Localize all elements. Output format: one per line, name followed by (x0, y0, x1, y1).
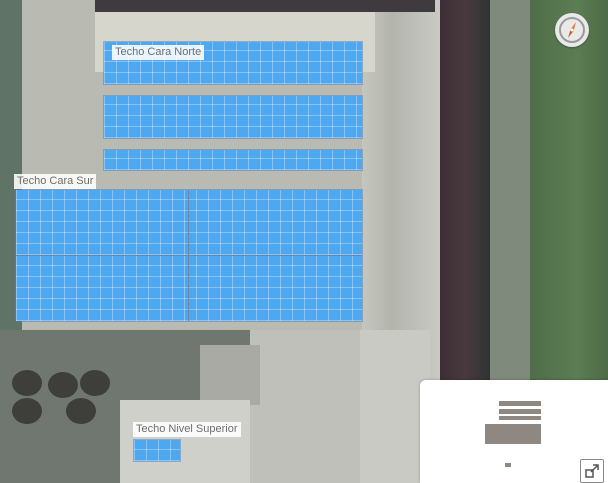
panel-array-north-3[interactable] (104, 150, 362, 170)
minimap-array (499, 409, 541, 414)
hvac-unit (66, 398, 96, 424)
roof-label-upper: Techo Nivel Superior (133, 422, 241, 437)
panel-array-upper[interactable] (134, 440, 180, 461)
roof-edge (95, 0, 435, 12)
minimap-array (485, 424, 541, 444)
minimap-array (499, 416, 541, 420)
grass-area-right (530, 0, 608, 380)
array-divider (16, 255, 362, 256)
hvac-unit (80, 370, 110, 396)
compass-icon[interactable] (555, 13, 589, 47)
expand-icon[interactable] (580, 459, 604, 483)
hvac-unit (12, 398, 42, 424)
hvac-unit (12, 370, 42, 396)
lower-roof-block (200, 345, 260, 405)
roof-label-south: Techo Cara Sur (14, 174, 97, 189)
map-canvas[interactable]: Techo Cara Norte Techo Cara Sur Techo Ni… (0, 0, 608, 483)
roof-label-north: Techo Cara Norte (112, 45, 205, 60)
lower-roof (250, 330, 360, 483)
panel-array-north-2[interactable] (104, 96, 362, 138)
minimap-array (499, 401, 541, 406)
minimap-array (505, 463, 511, 467)
hvac-unit (48, 372, 78, 398)
